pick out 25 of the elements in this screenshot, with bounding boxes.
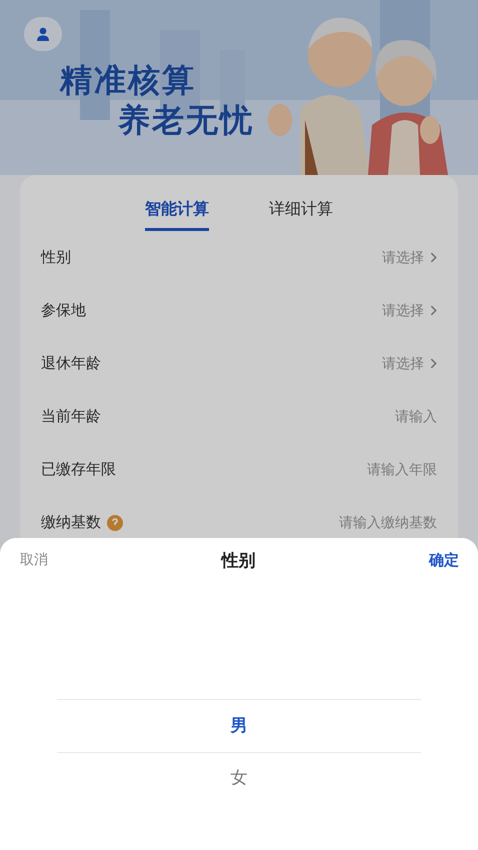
- input-field[interactable]: 请输入缴纳基数: [287, 514, 437, 530]
- field-label: 性别: [41, 248, 71, 267]
- field-label: 参保地: [41, 301, 86, 320]
- field-label: 已缴存年限: [41, 460, 116, 479]
- cancel-button[interactable]: 取消: [20, 551, 48, 569]
- chevron-icon: [430, 252, 437, 263]
- select-field[interactable]: 请选择: [382, 248, 437, 266]
- input-field[interactable]: 请输入年限: [287, 462, 437, 478]
- tab[interactable]: 智能计算: [145, 199, 209, 231]
- picker-option[interactable]: 男: [57, 699, 421, 753]
- picker-option[interactable]: 女: [57, 753, 421, 803]
- input-field[interactable]: 请输入: [287, 408, 437, 424]
- select-field[interactable]: 请选择: [382, 302, 437, 320]
- field-label: 当前年龄: [41, 407, 101, 426]
- select-field[interactable]: 请选择: [382, 354, 437, 372]
- chevron-icon: [430, 305, 437, 316]
- banner-title: 精准核算: [60, 60, 197, 100]
- chevron-icon: [430, 358, 437, 369]
- confirm-button[interactable]: 确定: [429, 550, 459, 570]
- user-icon: [35, 26, 51, 42]
- field-label: 缴纳基数: [41, 513, 101, 532]
- field-label: 退休年龄: [41, 354, 101, 373]
- banner-title: 养老无忧: [118, 100, 254, 140]
- tab[interactable]: 详细计算: [269, 199, 333, 231]
- sheet-title: 性别: [222, 550, 256, 572]
